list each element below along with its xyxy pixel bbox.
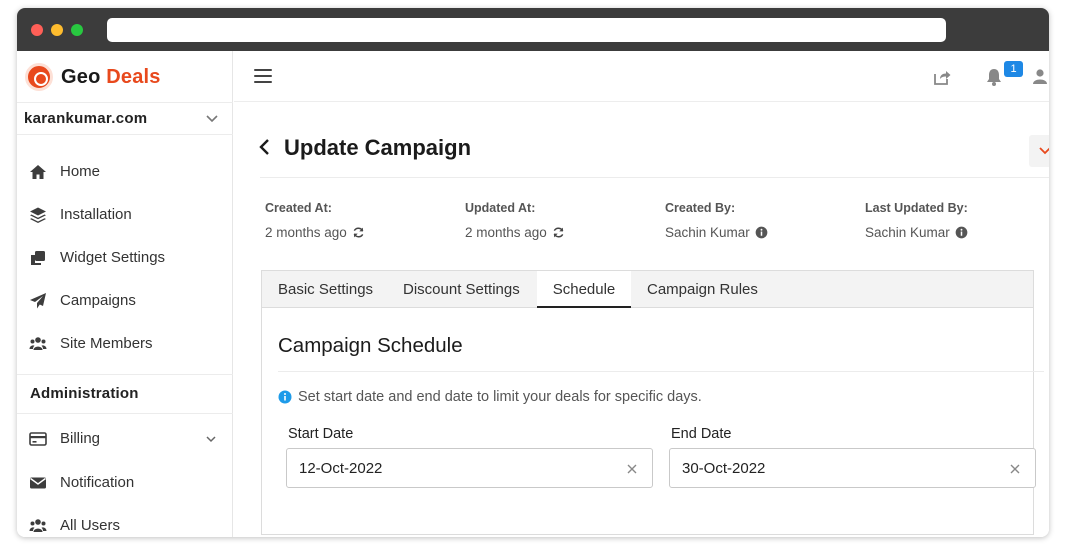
brand-name-part2: Deals (106, 66, 161, 88)
meta-label: Created At: (265, 201, 332, 215)
refresh-icon[interactable] (552, 226, 565, 239)
sidebar-item-label: Installation (60, 206, 132, 223)
meta-last-updated-by: Last Updated By: Sachin Kumar (865, 201, 1049, 240)
brand: Geo Deals (17, 51, 233, 103)
sidebar: Geo Deals karankumar.com Home Installati… (17, 51, 233, 537)
tab-schedule[interactable]: Schedule (537, 271, 631, 308)
main-content: 1 Update Campaign Created At: 2 months a… (234, 51, 1049, 537)
clear-icon[interactable] (1009, 463, 1021, 475)
meta-value: 2 months ago (465, 225, 547, 240)
page-header: Update Campaign (234, 127, 1049, 167)
tab-basic-settings[interactable]: Basic Settings (278, 281, 373, 298)
hamburger-line (254, 75, 272, 77)
start-date-field[interactable]: 12-Oct-2022 (286, 448, 653, 488)
meta-updated-at: Updated At: 2 months ago (465, 201, 655, 240)
site-selector-value: karankumar.com (24, 110, 148, 127)
start-date-value: 12-Oct-2022 (299, 460, 383, 477)
divider (278, 371, 1044, 372)
schedule-hint: Set start date and end date to limit you… (278, 389, 702, 405)
sidebar-section-administration: Administration (17, 374, 233, 414)
bell-icon[interactable] (984, 67, 1004, 87)
section-heading: Campaign Schedule (278, 334, 463, 357)
back-arrow-icon[interactable] (258, 137, 272, 157)
page-title: Update Campaign (284, 135, 472, 160)
meta-value: 2 months ago (265, 225, 347, 240)
users-icon (29, 519, 47, 532)
sidebar-item-campaigns[interactable]: Campaigns (17, 281, 233, 321)
sidebar-item-label: Campaigns (60, 292, 136, 309)
sidebar-item-label: Site Members (60, 335, 153, 352)
minimize-window-button[interactable] (51, 24, 63, 36)
tab-discount-settings[interactable]: Discount Settings (403, 281, 520, 298)
info-icon[interactable] (955, 226, 968, 239)
sidebar-item-label: All Users (60, 517, 121, 534)
browser-window: Geo Deals karankumar.com Home Installati… (17, 8, 1049, 537)
clone-icon (31, 251, 45, 265)
sidebar-item-widget-settings[interactable]: Widget Settings (17, 238, 233, 278)
hamburger-line (254, 69, 272, 71)
tab-bar: Basic Settings Discount Settings Schedul… (262, 271, 1033, 308)
envelope-icon (30, 477, 46, 489)
geo-deals-logo-icon[interactable] (25, 63, 53, 91)
hamburger-line (254, 81, 272, 83)
chevron-down-icon (1039, 147, 1049, 155)
sidebar-item-billing[interactable]: Billing (17, 419, 233, 459)
sidebar-item-all-users[interactable]: All Users (17, 506, 233, 537)
menu-toggle-button[interactable] (254, 69, 272, 83)
hint-text: Set start date and end date to limit you… (298, 389, 702, 405)
layers-icon (30, 207, 46, 223)
info-icon (278, 390, 292, 404)
chevron-down-icon (206, 436, 216, 443)
meta-value: Sachin Kumar (865, 225, 950, 240)
share-icon[interactable] (932, 67, 952, 87)
sidebar-item-label: Billing (60, 430, 101, 447)
refresh-icon[interactable] (352, 226, 365, 239)
user-icon[interactable] (1030, 67, 1049, 87)
end-date-label: End Date (671, 426, 732, 442)
top-bar: 1 (234, 51, 1049, 102)
sidebar-item-home[interactable]: Home (17, 152, 233, 192)
meta-created-at: Created At: 2 months ago (265, 201, 455, 240)
brand-name[interactable]: Geo Deals (61, 66, 161, 89)
sidebar-item-label: Home (60, 163, 101, 180)
campaign-settings-card: Basic Settings Discount Settings Schedul… (261, 270, 1044, 535)
notification-count-badge[interactable]: 1 (1004, 61, 1023, 77)
info-icon[interactable] (755, 226, 768, 239)
sidebar-item-installation[interactable]: Installation (17, 195, 233, 235)
chevron-down-icon (206, 115, 218, 123)
tab-campaign-rules[interactable]: Campaign Rules (647, 281, 758, 298)
divider (260, 177, 1049, 178)
section-title: Administration (30, 385, 139, 402)
site-selector[interactable]: karankumar.com (17, 103, 233, 135)
close-window-button[interactable] (31, 24, 43, 36)
meta-value: Sachin Kumar (665, 225, 750, 240)
collapse-toggle-button[interactable] (1029, 135, 1049, 167)
credit-card-icon (29, 432, 47, 446)
meta-label: Updated At: (465, 201, 536, 215)
start-date-label: Start Date (288, 426, 354, 442)
brand-name-part1: Geo (61, 66, 101, 88)
maximize-window-button[interactable] (71, 24, 83, 36)
address-bar[interactable] (107, 18, 946, 42)
meta-label: Created By: (665, 201, 736, 215)
meta-label: Last Updated By: (865, 201, 968, 215)
sidebar-item-label: Notification (60, 474, 135, 491)
sidebar-item-site-members[interactable]: Site Members (17, 324, 233, 364)
sidebar-item-notification[interactable]: Notification (17, 463, 233, 503)
meta-created-by: Created By: Sachin Kumar (665, 201, 855, 240)
paper-plane-icon (30, 293, 46, 309)
sidebar-item-label: Widget Settings (60, 249, 166, 266)
clear-icon[interactable] (626, 463, 638, 475)
end-date-value: 30-Oct-2022 (682, 460, 766, 477)
home-icon (30, 165, 46, 179)
browser-titlebar (17, 8, 1049, 51)
users-icon (29, 337, 47, 350)
end-date-field[interactable]: 30-Oct-2022 (669, 448, 1036, 488)
